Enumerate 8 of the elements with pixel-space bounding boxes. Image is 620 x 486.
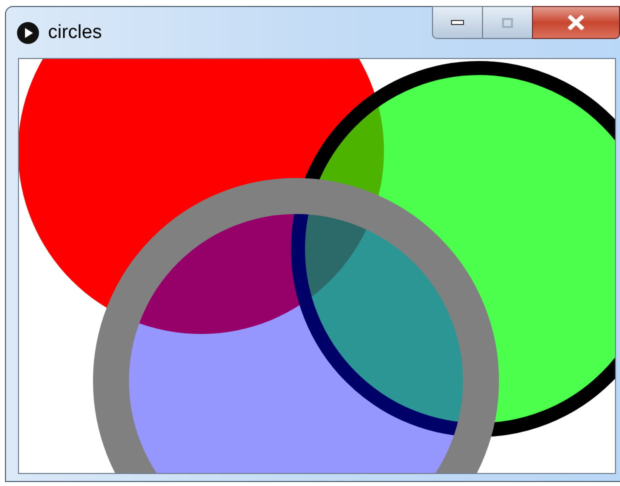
minimize-icon [451, 20, 464, 25]
play-icon [17, 22, 39, 44]
close-button[interactable] [532, 6, 620, 39]
maximize-button[interactable] [483, 6, 532, 39]
maximize-icon [502, 18, 513, 28]
window-title: circles [48, 23, 102, 42]
close-icon [567, 15, 585, 30]
minimize-button[interactable] [432, 6, 483, 39]
